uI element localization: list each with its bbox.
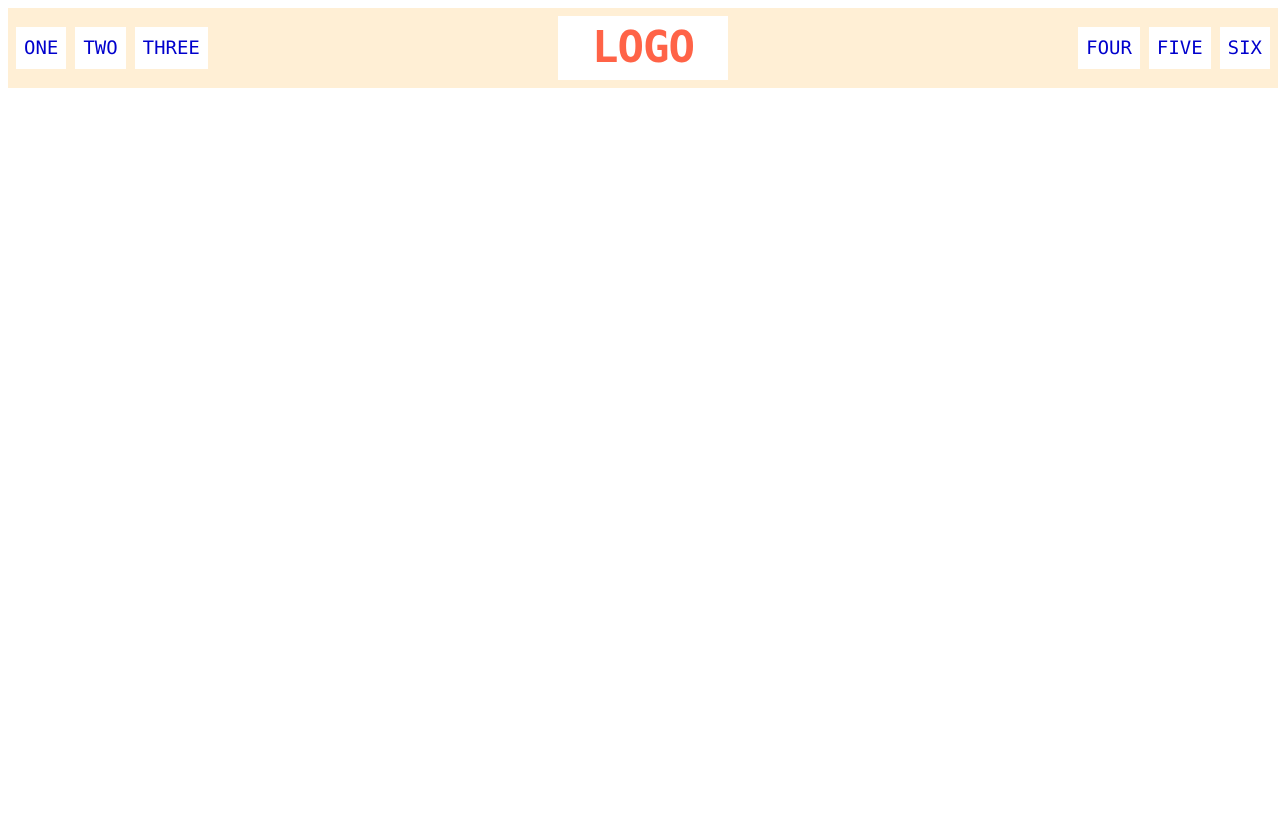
nav-left-group: ONE TWO THREE bbox=[16, 27, 208, 69]
logo[interactable]: LOGO bbox=[558, 16, 728, 80]
nav-right-group: FOUR FIVE SIX bbox=[1078, 27, 1270, 69]
nav-link-three[interactable]: THREE bbox=[134, 27, 208, 69]
top-navbar: ONE TWO THREE LOGO FOUR FIVE SIX bbox=[8, 8, 1278, 88]
nav-link-one[interactable]: ONE bbox=[16, 27, 67, 69]
nav-link-two[interactable]: TWO bbox=[75, 27, 126, 69]
logo-text: LOGO bbox=[592, 22, 695, 73]
nav-link-five[interactable]: FIVE bbox=[1148, 27, 1211, 69]
nav-link-six[interactable]: SIX bbox=[1219, 27, 1270, 69]
nav-link-four[interactable]: FOUR bbox=[1078, 27, 1140, 69]
